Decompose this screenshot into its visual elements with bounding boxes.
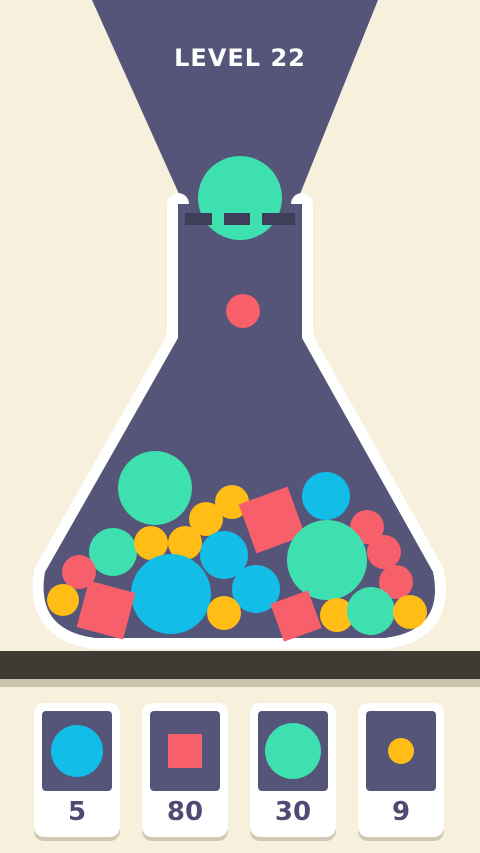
dashed-gate (185, 213, 295, 225)
target-count: 9 (391, 797, 411, 827)
target-swatch (258, 711, 328, 791)
shelf (0, 651, 480, 679)
target-card-teal-circle: 30 (250, 703, 336, 837)
game-scene (32, 0, 446, 649)
target-card-blue-circle: 5 (34, 703, 120, 837)
shelf-edge (0, 679, 480, 687)
blue-circle-icon (51, 725, 103, 777)
target-card-yellow-circle: 9 (358, 703, 444, 837)
red-square-icon (168, 734, 202, 768)
falling-red-ball (226, 294, 260, 328)
target-count: 5 (67, 797, 87, 827)
yellow-circle-icon (388, 738, 414, 764)
target-swatch (42, 711, 112, 791)
target-count: 80 (166, 797, 204, 827)
teal-circle-icon (265, 723, 321, 779)
level-title: LEVEL 22 (174, 44, 306, 72)
dashed-gate-gap-1 (212, 213, 224, 225)
falling-teal-ball (198, 156, 282, 240)
target-count: 30 (274, 797, 312, 827)
target-swatch (366, 711, 436, 791)
target-swatch (150, 711, 220, 791)
target-card-red-square: 80 (142, 703, 228, 837)
dashed-gate-gap-2 (250, 213, 262, 225)
